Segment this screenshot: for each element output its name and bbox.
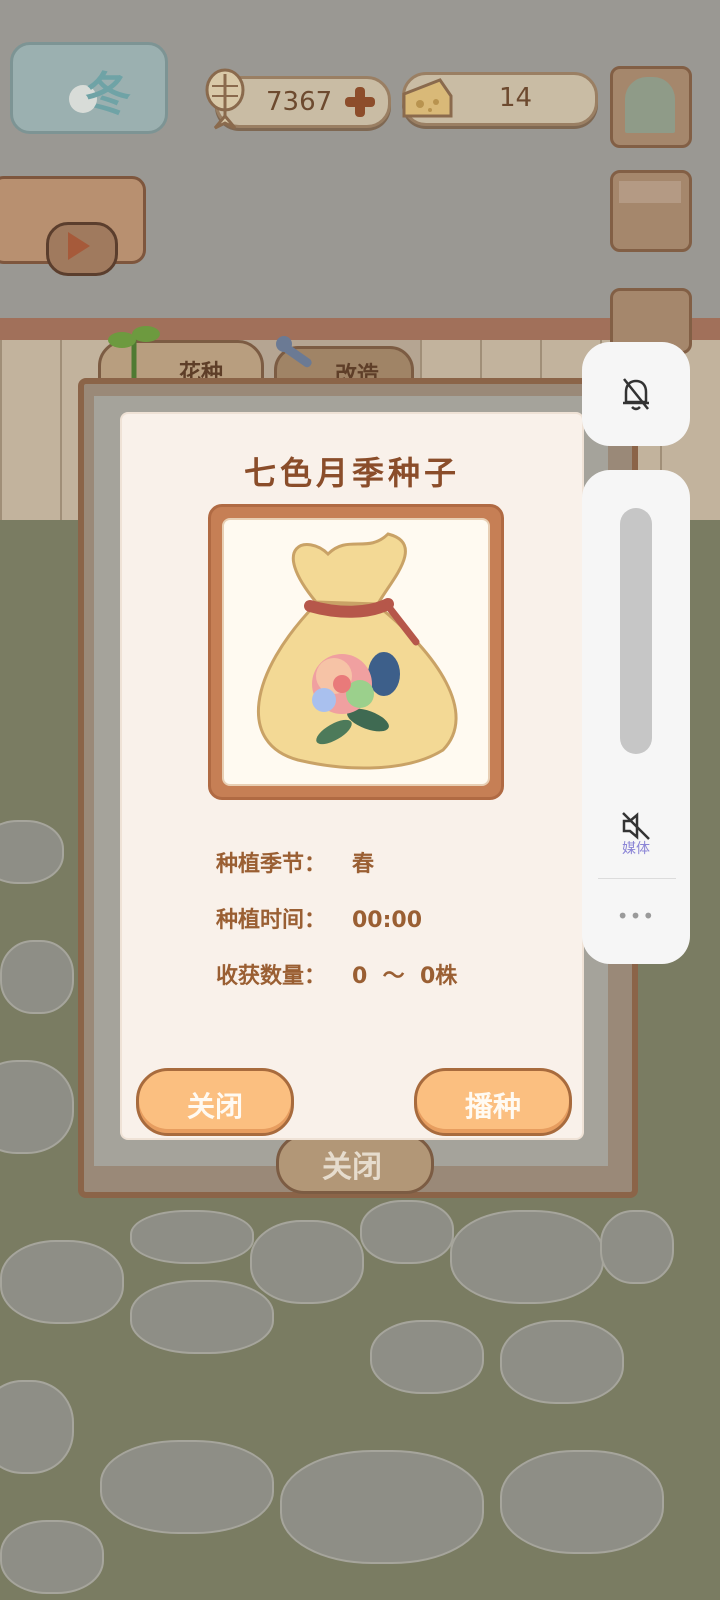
media-label: 媒体 [622, 841, 650, 857]
harvest-value: 0 ～ 0株 [352, 964, 458, 989]
dialog-title: 七色月季种子 [243, 454, 460, 492]
bell-muted-icon [623, 378, 649, 411]
play-icon [68, 232, 90, 260]
time-label: 种植时间： [216, 908, 327, 933]
sow-button-label: 播种 [464, 1090, 521, 1123]
sow-button[interactable]: 播种 [414, 1068, 572, 1136]
shop-button[interactable] [610, 170, 692, 252]
shop-stall-icon [619, 181, 681, 203]
divider [598, 878, 676, 879]
time-value: 00:00 [352, 908, 423, 933]
harvest-label: 收获数量： [216, 964, 327, 989]
info-row-season: 种植季节： 春 [216, 846, 374, 878]
wrench-icon [276, 336, 312, 368]
fish-bone-icon [205, 68, 245, 130]
info-row-time: 种植时间： 00:00 [216, 902, 422, 934]
ringer-toggle[interactable] [582, 342, 690, 446]
rainbow-rose-seed-bag-icon [256, 532, 458, 770]
window-view-button[interactable] [610, 66, 692, 148]
close-button-label: 关闭 [186, 1090, 243, 1123]
cheese-count: 14 [499, 83, 533, 113]
back-close-label: 关闭 [322, 1150, 382, 1185]
fish-count: 7367 [266, 87, 333, 117]
sprout-icon [108, 326, 160, 378]
cheese-icon [402, 78, 453, 118]
close-button[interactable]: 关闭 [136, 1068, 294, 1136]
season-label: 种植季节： [216, 852, 327, 877]
media-volume-slider[interactable] [620, 508, 652, 754]
more-options-icon[interactable]: ••• [582, 904, 690, 928]
add-fish-icon[interactable] [342, 84, 378, 120]
season-label: 冬 [85, 67, 131, 121]
window-icon [625, 77, 675, 133]
info-row-harvest: 收获数量： 0 ～ 0株 [216, 958, 457, 990]
season-value: 春 [352, 852, 375, 877]
